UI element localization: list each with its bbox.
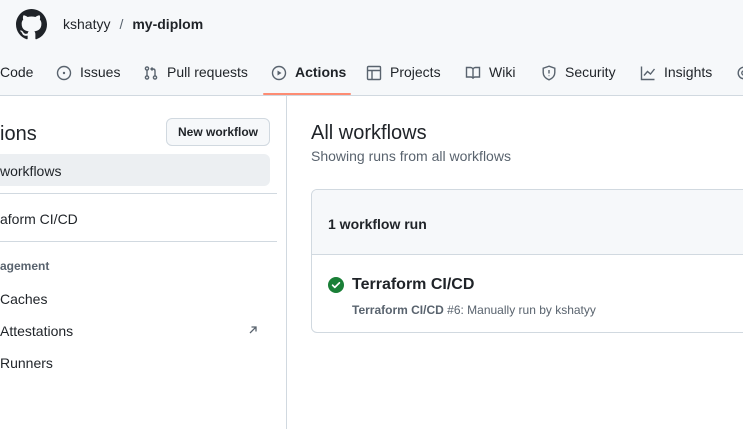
tab-pull-requests[interactable]: Pull requests bbox=[143, 58, 248, 96]
sidebar-item-caches[interactable]: Caches bbox=[0, 290, 47, 308]
tab-insights-label: Insights bbox=[664, 64, 713, 80]
tab-projects-label: Projects bbox=[390, 64, 441, 80]
workflow-run-title-link[interactable]: Terraform CI/CD bbox=[352, 275, 474, 295]
breadcrumb: kshatyy / my-diplom bbox=[63, 15, 203, 33]
workflow-run-trigger: : Manually run by kshatyy bbox=[460, 303, 596, 317]
tab-security-label: Security bbox=[565, 64, 616, 80]
tab-actions-label: Actions bbox=[295, 64, 347, 80]
gear-icon bbox=[737, 66, 743, 80]
sidebar-divider bbox=[0, 241, 277, 242]
tab-issues[interactable]: Issues bbox=[56, 58, 120, 96]
breadcrumb-separator: / bbox=[119, 16, 124, 32]
workflow-runs-count: 1 workflow run bbox=[328, 216, 427, 232]
sidebar-item-workflow[interactable]: aform CI/CD bbox=[0, 210, 78, 228]
tab-wiki-label: Wiki bbox=[489, 64, 516, 80]
tab-security[interactable]: Security bbox=[541, 58, 616, 96]
sidebar-title: ions bbox=[0, 123, 37, 145]
page-subtitle: Showing runs from all workflows bbox=[311, 148, 511, 164]
workflow-run-workflow-name: Terraform CI/CD bbox=[352, 303, 444, 317]
workflow-runs-header: 1 workflow run bbox=[312, 190, 743, 255]
tab-wiki[interactable]: Wiki bbox=[465, 58, 515, 96]
sidebar-item-all-workflows-label[interactable]: workflows bbox=[0, 162, 61, 180]
play-icon bbox=[271, 65, 287, 81]
tab-code[interactable]: Code bbox=[0, 58, 33, 96]
tab-code-label: Code bbox=[0, 64, 34, 80]
sidebar-item-runners[interactable]: Runners bbox=[0, 354, 53, 372]
new-workflow-button[interactable]: New workflow bbox=[166, 118, 270, 146]
sidebar-item-attestations[interactable]: Attestations bbox=[0, 322, 73, 340]
active-tab-indicator bbox=[263, 93, 351, 95]
repo-name-link[interactable]: my-diplom bbox=[132, 15, 203, 33]
check-circle-fill-icon bbox=[328, 277, 344, 293]
repo-nav: Code Issues Pull requests Actions Projec… bbox=[0, 58, 743, 96]
book-icon bbox=[465, 66, 481, 79]
workflow-run-meta: Terraform CI/CD #6: Manually run by ksha… bbox=[352, 302, 596, 318]
arrow-up-right-icon bbox=[249, 326, 257, 334]
shield-icon bbox=[542, 65, 556, 81]
issue-opened-icon bbox=[56, 65, 72, 81]
workflow-runs-box: 1 workflow run Terraform CI/CD Terraform… bbox=[311, 189, 743, 333]
sidebar-management-heading: agement bbox=[0, 259, 50, 273]
github-mark-icon[interactable] bbox=[16, 9, 47, 40]
actions-sidebar: ions New workflow workflows aform CI/CD … bbox=[0, 96, 287, 429]
tab-projects[interactable]: Projects bbox=[366, 58, 441, 96]
repo-owner-link[interactable]: kshatyy bbox=[63, 15, 110, 33]
tab-insights[interactable]: Insights bbox=[640, 58, 712, 96]
graph-icon bbox=[640, 66, 656, 81]
tab-issues-label: Issues bbox=[80, 64, 121, 80]
page-title: All workflows bbox=[311, 122, 427, 144]
tab-actions[interactable]: Actions bbox=[271, 58, 346, 96]
sidebar-divider bbox=[0, 193, 277, 194]
git-pull-request-icon bbox=[144, 66, 158, 80]
repo-header: kshatyy / my-diplom Code Issues Pull req… bbox=[0, 0, 743, 96]
tab-pull-requests-label: Pull requests bbox=[167, 64, 248, 80]
tab-settings[interactable] bbox=[736, 58, 743, 96]
table-icon bbox=[366, 65, 382, 81]
workflow-run-number: #6 bbox=[447, 303, 461, 317]
